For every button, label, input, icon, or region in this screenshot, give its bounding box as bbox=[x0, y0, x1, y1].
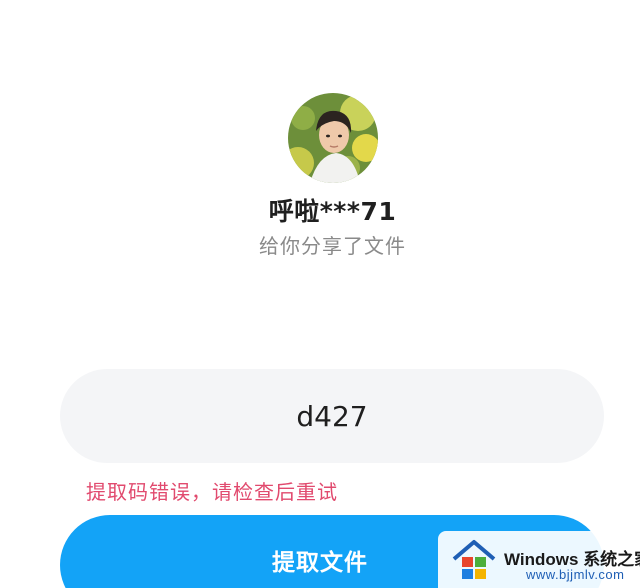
sharer-username: 呼啦***71 bbox=[268, 197, 397, 226]
share-subtitle: 给你分享了文件 bbox=[259, 234, 406, 258]
error-message: 提取码错误，请检查后重试 bbox=[86, 480, 338, 504]
watermark: Windows 系统之家 www.bjjmlv.com bbox=[438, 531, 640, 588]
share-extract-page: 呼啦***71 给你分享了文件 提取码错误，请检查后重试 提取文件 Window… bbox=[0, 0, 640, 588]
windows-house-logo-icon bbox=[452, 540, 496, 579]
watermark-url: www.bjjmlv.com bbox=[526, 567, 625, 582]
extraction-code-input[interactable] bbox=[60, 369, 604, 463]
avatar bbox=[288, 93, 378, 183]
